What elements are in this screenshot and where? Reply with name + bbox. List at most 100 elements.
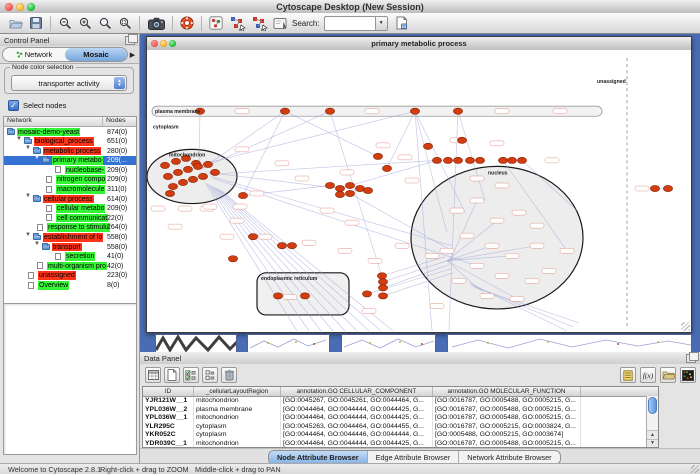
expand-triangle-icon[interactable]: ▼: [34, 155, 40, 161]
tree-row[interactable]: multi-organism pro42(0): [4, 261, 136, 271]
attribute-table[interactable]: ID_cellularLayoutRegionannotation.GO CEL…: [142, 386, 659, 448]
tab-network[interactable]: Network: [3, 48, 65, 61]
expand-triangle-icon[interactable]: ▼: [34, 241, 40, 247]
network-node[interactable]: [475, 157, 484, 163]
network-view-window[interactable]: primary metabolic process plasma membran…: [146, 36, 692, 333]
network-node[interactable]: [382, 165, 391, 171]
tree-row[interactable]: ▼transport558(0): [4, 242, 136, 252]
tree-row[interactable]: Overview8(0): [4, 281, 136, 291]
tree-row[interactable]: cell communicat22(0): [4, 213, 136, 223]
app-resize-grip[interactable]: [691, 465, 699, 473]
zoom-fit-icon[interactable]: [115, 14, 135, 32]
network-node[interactable]: [650, 185, 659, 191]
zoom-selected-icon[interactable]: [95, 14, 115, 32]
float-data-panel-icon[interactable]: [686, 354, 696, 363]
tree-row[interactable]: ▼cellular process614(0): [4, 194, 136, 204]
select-attributes-icon[interactable]: [183, 367, 199, 383]
network-node[interactable]: [335, 185, 344, 191]
tree-row[interactable]: nucleobase-209(0): [4, 165, 136, 175]
annotation-unselect-icon[interactable]: [248, 14, 270, 32]
node-color-select[interactable]: transporter activity ▲▼: [11, 75, 127, 91]
tree-row[interactable]: nitrogen compo209(0): [4, 175, 136, 185]
network-node[interactable]: [238, 192, 247, 198]
float-panel-icon[interactable]: [125, 36, 135, 45]
network-node[interactable]: [507, 157, 516, 163]
tree-row[interactable]: secretion41(0): [4, 252, 136, 262]
tree-row[interactable]: ▼metabolic process280(0): [4, 146, 136, 156]
background-window[interactable]: [247, 334, 330, 352]
network-node[interactable]: [163, 173, 172, 179]
network-node[interactable]: [183, 166, 192, 172]
table-column-header[interactable]: [581, 387, 658, 396]
attribute-batch-icon[interactable]: [620, 367, 636, 383]
table-row[interactable]: YPL036W__1mitochondrion[GO:0044464, GO:0…: [143, 414, 658, 423]
network-node[interactable]: [377, 273, 386, 279]
table-row[interactable]: YKR052Ccytoplasm[GO:0044464, GO:0044446,…: [143, 431, 658, 440]
tab-mosaic[interactable]: Mosaic: [65, 48, 127, 61]
tree-row[interactable]: unassigned223(0): [4, 271, 136, 281]
network-node[interactable]: [173, 169, 182, 175]
network-node[interactable]: [498, 157, 507, 163]
function-builder-icon[interactable]: f(x): [640, 367, 656, 383]
expand-triangle-icon[interactable]: ▼: [25, 232, 31, 238]
table-row[interactable]: YLR295Ccytoplasm[GO:0045263, GO:0044464,…: [143, 423, 658, 432]
annotation-select-icon[interactable]: [226, 14, 248, 32]
network-node[interactable]: [345, 182, 354, 188]
search-options-icon[interactable]: [392, 14, 412, 32]
select-nodes-row[interactable]: ✓ Select nodes: [8, 100, 66, 111]
search-input[interactable]: ▼: [324, 16, 388, 31]
scroll-up-icon[interactable]: ▲: [647, 430, 658, 439]
network-node[interactable]: [362, 291, 371, 297]
manual-layout-icon[interactable]: [270, 14, 290, 32]
search-dropdown-icon[interactable]: ▼: [375, 17, 387, 30]
tree-row[interactable]: ▼biological_process651(0): [4, 137, 136, 147]
graphics-details-icon[interactable]: [206, 14, 226, 32]
network-node[interactable]: [210, 169, 219, 175]
network-node[interactable]: [378, 293, 387, 299]
save-icon[interactable]: [26, 14, 46, 32]
tree-row[interactable]: ▼establishment of lo558(0): [4, 233, 136, 243]
network-node[interactable]: [453, 108, 462, 114]
table-column-header[interactable]: annotation.GO CELLULAR_COMPONENT: [281, 387, 433, 396]
network-node[interactable]: [160, 162, 169, 168]
network-node[interactable]: [423, 143, 432, 149]
network-node[interactable]: [300, 293, 309, 299]
expand-triangle-icon[interactable]: ▼: [25, 145, 31, 151]
network-node[interactable]: [171, 158, 180, 164]
network-node[interactable]: [335, 191, 344, 197]
select-nodes-checkbox[interactable]: ✓: [8, 100, 19, 111]
background-window[interactable]: [447, 334, 692, 352]
table-scrollbar-thumb[interactable]: [648, 397, 657, 414]
network-node[interactable]: [287, 243, 296, 249]
background-window[interactable]: [341, 334, 436, 352]
tree-row[interactable]: ▼primary metabo209(...: [4, 156, 136, 166]
expand-triangle-icon[interactable]: ▼: [16, 136, 22, 142]
table-scroll-arrows[interactable]: ▲▼: [646, 430, 658, 447]
network-node[interactable]: [198, 173, 207, 179]
network-node[interactable]: [203, 161, 212, 167]
background-window[interactable]: [155, 334, 237, 352]
network-node[interactable]: [280, 108, 289, 114]
unselect-attributes-icon[interactable]: [202, 367, 218, 383]
network-node[interactable]: [325, 108, 334, 114]
network-node[interactable]: [663, 185, 672, 191]
table-column-header[interactable]: ID: [143, 387, 194, 396]
table-row[interactable]: YJR121W__1mitochondrion[GO:0045267, GO:0…: [143, 397, 658, 406]
help-icon[interactable]: [177, 14, 197, 32]
network-node[interactable]: [457, 137, 466, 143]
network-node[interactable]: [228, 256, 237, 262]
delete-attribute-icon[interactable]: [221, 367, 237, 383]
network-node[interactable]: [432, 157, 441, 163]
zoom-out-icon[interactable]: [55, 14, 75, 32]
tree-row[interactable]: mosaic-demo-yeast874(0): [4, 127, 136, 137]
network-node[interactable]: [453, 157, 462, 163]
network-node[interactable]: [363, 187, 372, 193]
table-column-header[interactable]: annotation.GO MOLECULAR_FUNCTION: [433, 387, 581, 396]
network-node[interactable]: [325, 182, 334, 188]
network-node[interactable]: [188, 176, 197, 182]
network-node[interactable]: [248, 234, 257, 240]
network-node[interactable]: [410, 108, 419, 114]
network-overview-panel[interactable]: [3, 303, 137, 455]
network-node[interactable]: [193, 163, 202, 169]
attribute-table-icon[interactable]: [145, 367, 161, 383]
